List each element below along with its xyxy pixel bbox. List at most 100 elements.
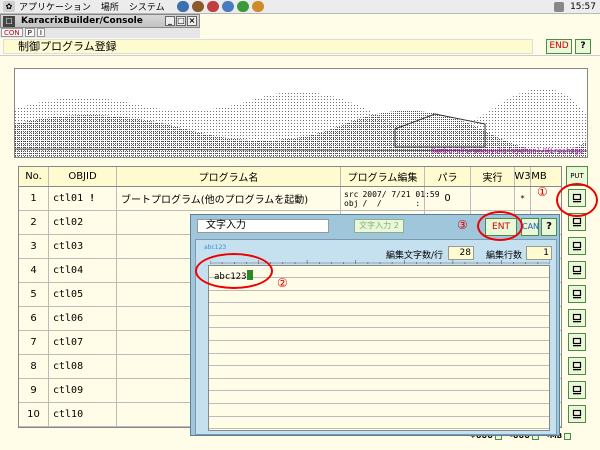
put-button[interactable] (568, 285, 586, 303)
row-objid-text: ctl05 (53, 289, 84, 300)
line-count-field[interactable]: 1 (526, 246, 552, 260)
col-para: パラ (425, 167, 471, 186)
quick-launch (176, 1, 264, 12)
col-objid: OBJID (49, 167, 117, 186)
row-no: 7 (19, 331, 49, 354)
menu-system[interactable]: システム (129, 0, 165, 13)
minimize-icon[interactable]: _ (165, 16, 175, 26)
text-input-dialog: 文字入力 文字入力 2 ENT CAN ? abc123 編集文字数/行 28 … (190, 214, 560, 436)
mini-tab-i[interactable]: I (36, 28, 45, 37)
page-title: 制御プログラム登録 (3, 39, 533, 54)
put-button[interactable] (568, 381, 586, 399)
chars-per-line-field[interactable]: 28 (448, 246, 474, 260)
editor-line (209, 329, 549, 341)
browser-icon[interactable] (176, 1, 189, 12)
editor-line (209, 392, 549, 404)
col-mb: MB (531, 171, 547, 182)
row-no: 2 (19, 211, 49, 234)
bottom-mb-button[interactable] (564, 432, 572, 440)
row-program-name[interactable]: ブートプログラム(他のプログラムを起動) (117, 187, 341, 210)
row-w3: * (515, 187, 531, 210)
put-button[interactable] (568, 333, 586, 351)
row-para[interactable]: 0 (425, 187, 471, 210)
row-objid: ctl02 (49, 211, 117, 234)
row-no: 9 (19, 379, 49, 402)
row-objid-text: ctl06 (53, 313, 84, 324)
app-header: 制御プログラム登録 END ? (0, 38, 600, 56)
row-no: 1 (19, 187, 49, 210)
put-button[interactable] (568, 261, 586, 279)
maximize-icon[interactable]: □ (176, 16, 186, 26)
row-no: 6 (19, 307, 49, 330)
impress-icon[interactable] (251, 1, 264, 12)
annotation-one: ① (537, 185, 548, 199)
table-row[interactable]: 1 ctl01! ブートプログラム(他のプログラムを起動) src obj 2007/ … (19, 187, 561, 211)
row-objid: ctl10 (49, 403, 117, 426)
row-objid-text: ctl03 (53, 241, 84, 252)
editor-line (209, 316, 549, 329)
row-program-edit[interactable]: src obj 2007/ 7/21 01:59/ / : (341, 187, 440, 210)
window-titlebar[interactable]: ☐ KaracrixBuilder/Console _ □ × (0, 14, 200, 28)
monitor-icon (572, 385, 582, 395)
row-objid-text: ctl08 (53, 361, 84, 372)
row-objid-text: ctl04 (53, 265, 84, 276)
volume-icon[interactable] (554, 1, 565, 12)
col-program-edit: プログラム編集 (341, 167, 425, 186)
annotation-two: ② (277, 276, 288, 290)
row-flag: ! (89, 193, 96, 204)
row-objid: ctl03 (49, 235, 117, 258)
close-icon[interactable]: × (187, 16, 197, 26)
col-no: No. (19, 167, 49, 186)
monitor-icon (572, 313, 582, 323)
editor-line (209, 417, 549, 430)
menu-applications[interactable]: アプリケーション (19, 0, 91, 13)
row-objid: ctl06 (49, 307, 117, 330)
mini-tab-con[interactable]: CON (1, 28, 23, 37)
menu-places[interactable]: 場所 (101, 0, 119, 13)
put-button[interactable] (568, 405, 586, 423)
editor-line (209, 304, 549, 316)
annotation-circle-put (556, 183, 598, 217)
top-panel: ✿ アプリケーション 場所 システム 15:57 (0, 0, 600, 14)
put-button[interactable] (568, 357, 586, 375)
mini-tab-p[interactable]: P (24, 28, 35, 37)
row-objid-text: ctl09 (53, 385, 84, 396)
row-objid-text: ctl01 (53, 193, 84, 204)
writer-icon[interactable] (221, 1, 234, 12)
window-icon: ☐ (3, 15, 15, 27)
editor-line (209, 379, 549, 392)
monitor-icon (572, 337, 582, 347)
end-button[interactable]: END (546, 39, 572, 54)
row-no: 4 (19, 259, 49, 282)
calc-icon[interactable] (236, 1, 249, 12)
window-title: KaracrixBuilder/Console (21, 16, 143, 26)
editor-line (209, 342, 549, 354)
gnome-foot-icon[interactable]: ✿ (3, 1, 15, 12)
editor-line (209, 354, 549, 367)
can-button[interactable]: CAN (521, 218, 539, 236)
row-objid: ctl04 (49, 259, 117, 282)
row-no: 8 (19, 355, 49, 378)
row-objid-text: ctl10 (53, 409, 84, 420)
dialog-title: 文字入力 (197, 219, 329, 233)
text-editor[interactable]: abc123 (208, 265, 550, 431)
mail-icon[interactable] (191, 1, 204, 12)
put-button[interactable] (568, 237, 586, 255)
help-icon[interactable] (206, 1, 219, 12)
row-edit-kind: src obj (344, 189, 359, 208)
monitor-icon (572, 409, 582, 419)
clock[interactable]: 15:57 (570, 2, 596, 12)
editor-line (209, 291, 549, 304)
text-input-2-button[interactable]: 文字入力 2 (354, 219, 404, 233)
editor-line (209, 405, 549, 417)
help-button[interactable]: ? (575, 39, 591, 54)
col-run: 実行 (471, 167, 515, 186)
editor-line (209, 367, 549, 379)
row-no: 5 (19, 283, 49, 306)
put-button[interactable] (568, 309, 586, 327)
row-objid: ctl08 (49, 355, 117, 378)
monitor-icon (572, 217, 582, 227)
row-run[interactable] (471, 187, 515, 210)
row-objid: ctl05 (49, 283, 117, 306)
dialog-help-button[interactable]: ? (541, 218, 557, 236)
